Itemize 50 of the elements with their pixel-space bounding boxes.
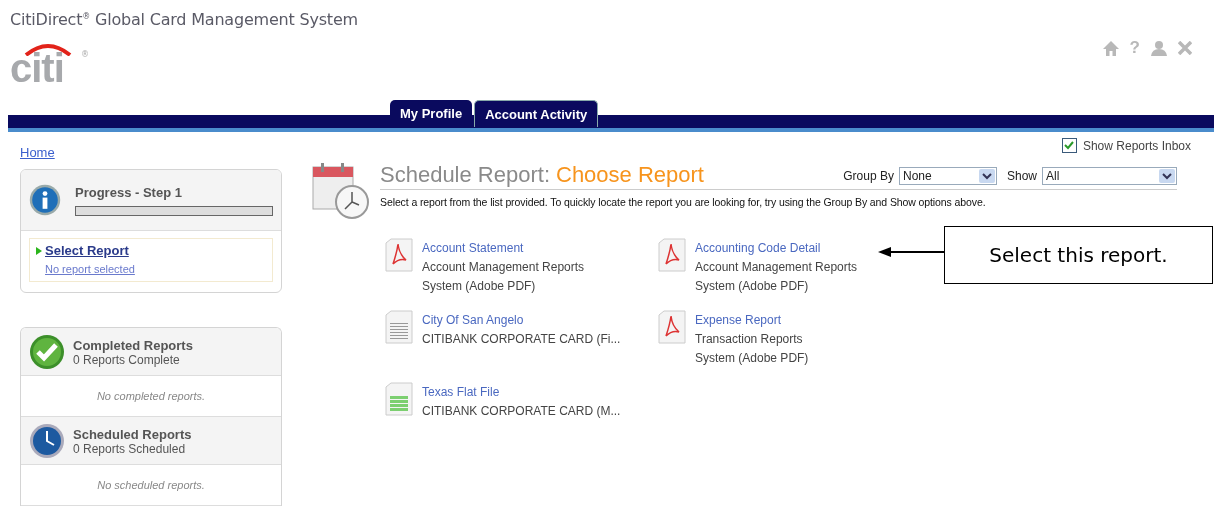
home-icon[interactable] xyxy=(1102,40,1119,56)
checkmark-icon xyxy=(29,334,65,370)
section-title: Completed Reports xyxy=(73,337,193,353)
checkbox[interactable] xyxy=(1061,138,1077,153)
page-title: Schedule Report: xyxy=(380,162,550,188)
step-link[interactable]: Select Report xyxy=(45,243,129,258)
document-icon xyxy=(385,310,413,344)
report-link[interactable]: Texas Flat File xyxy=(422,382,621,402)
report-link[interactable]: Account Statement xyxy=(422,238,585,258)
report-description: CITIBANK CORPORATE CARD (Fi... xyxy=(422,331,621,348)
report-link[interactable]: Accounting Code Detail xyxy=(695,238,858,258)
pdf-icon xyxy=(658,310,686,344)
report-description: Account Management Reports xyxy=(422,259,585,276)
page-subtitle: Choose Report xyxy=(556,162,704,188)
app-title: CitiDirect$^{®}$ Global Card Management System xyxy=(10,10,358,29)
report-description: CITIBANK CORPORATE CARD (M... xyxy=(422,403,621,420)
caret-icon xyxy=(1159,169,1175,183)
report-link[interactable]: City Of San Angelo xyxy=(422,310,621,330)
clock-icon xyxy=(29,423,65,459)
close-icon[interactable] xyxy=(1178,41,1192,55)
report-description: Transaction Reports xyxy=(695,331,804,348)
instructions: Select a report from the list provided. To quickly locate the report you are looking for, try using the Group By and Show options above. xyxy=(380,196,987,208)
report-description: System (Adobe PDF) xyxy=(695,278,810,295)
dropdown[interactable]: All xyxy=(1042,167,1177,185)
citi-logo: citi ® xyxy=(10,43,90,88)
callout: Select this report. xyxy=(944,226,1213,284)
nav-tab[interactable]: Account Activity xyxy=(474,100,599,127)
report-description: System (Adobe PDF) xyxy=(422,278,537,295)
status-link[interactable]: No report selected xyxy=(45,263,135,275)
report-count: 0 Reports Complete xyxy=(73,352,180,367)
empty-message: No scheduled reports. xyxy=(21,465,281,506)
dropdown-label: Group By xyxy=(843,169,894,183)
user-icon[interactable] xyxy=(1151,40,1167,56)
spreadsheet-icon xyxy=(385,382,413,416)
report-description: Account Management Reports xyxy=(695,259,858,276)
report-description: System (Adobe PDF) xyxy=(695,350,809,367)
section-title: Scheduled Reports xyxy=(73,426,192,442)
caret-icon xyxy=(978,169,995,183)
home-link[interactable]: Home xyxy=(20,145,55,160)
pointer-arrow xyxy=(878,246,944,258)
checkbox-label: Show Reports Inbox xyxy=(1082,138,1191,153)
progress-title: Progress - Step 1 xyxy=(75,184,183,200)
report-link[interactable]: Expense Report xyxy=(695,310,809,330)
dropdown-label: Show xyxy=(1006,169,1037,183)
dropdown[interactable]: None xyxy=(898,167,997,185)
calendar-clock-icon xyxy=(312,162,370,220)
report-count: 0 Reports Scheduled xyxy=(73,441,186,456)
arrow-icon xyxy=(36,246,42,255)
pdf-icon xyxy=(658,238,686,272)
pdf-icon xyxy=(385,238,413,272)
